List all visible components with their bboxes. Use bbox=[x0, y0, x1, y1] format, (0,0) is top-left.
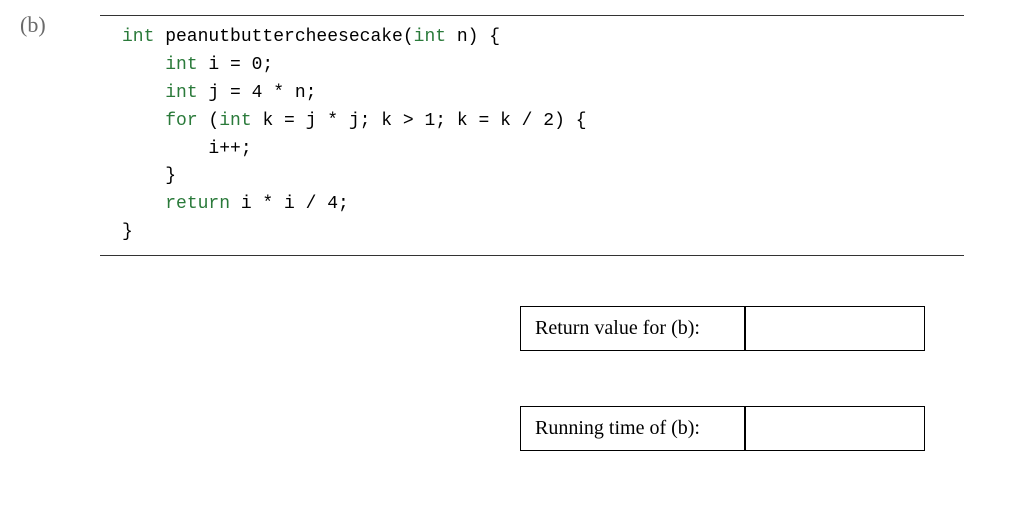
code-text: i * i / 4; bbox=[230, 194, 349, 214]
code-line-8: } bbox=[122, 219, 964, 247]
problem-container: (b) int peanutbuttercheesecake(int n) { … bbox=[0, 0, 1024, 521]
keyword-int: int bbox=[219, 111, 251, 131]
code-text: n) { bbox=[446, 27, 500, 47]
return-value-label: Return value for (b): bbox=[520, 306, 745, 351]
code-text: k = j * j; k > 1; k = k / 2) { bbox=[252, 111, 587, 131]
return-value-row: Return value for (b): bbox=[520, 306, 994, 351]
code-text: ( bbox=[198, 111, 220, 131]
code-line-5: i++; bbox=[122, 136, 964, 164]
part-label: (b) bbox=[20, 12, 46, 38]
running-time-row: Running time of (b): bbox=[520, 406, 994, 451]
code-indent bbox=[122, 55, 165, 75]
keyword-int: int bbox=[414, 27, 446, 47]
code-text: j = 4 * n; bbox=[198, 83, 317, 103]
code-indent bbox=[122, 111, 165, 131]
keyword-int: int bbox=[165, 55, 197, 75]
code-line-7: return i * i / 4; bbox=[122, 191, 964, 219]
running-time-label: Running time of (b): bbox=[520, 406, 745, 451]
code-text: peanutbuttercheesecake( bbox=[154, 27, 413, 47]
keyword-for: for bbox=[165, 111, 197, 131]
code-indent bbox=[122, 194, 165, 214]
code-block: int peanutbuttercheesecake(int n) { int … bbox=[100, 15, 964, 256]
running-time-input[interactable] bbox=[745, 406, 925, 451]
code-line-3: int j = 4 * n; bbox=[122, 80, 964, 108]
code-indent bbox=[122, 83, 165, 103]
code-line-2: int i = 0; bbox=[122, 52, 964, 80]
answer-boxes: Return value for (b): Running time of (b… bbox=[520, 306, 994, 451]
return-value-input[interactable] bbox=[745, 306, 925, 351]
keyword-int: int bbox=[122, 27, 154, 47]
keyword-return: return bbox=[165, 194, 230, 214]
code-line-6: } bbox=[122, 163, 964, 191]
code-line-1: int peanutbuttercheesecake(int n) { bbox=[122, 24, 964, 52]
code-text: i = 0; bbox=[198, 55, 274, 75]
keyword-int: int bbox=[165, 83, 197, 103]
code-line-4: for (int k = j * j; k > 1; k = k / 2) { bbox=[122, 108, 964, 136]
